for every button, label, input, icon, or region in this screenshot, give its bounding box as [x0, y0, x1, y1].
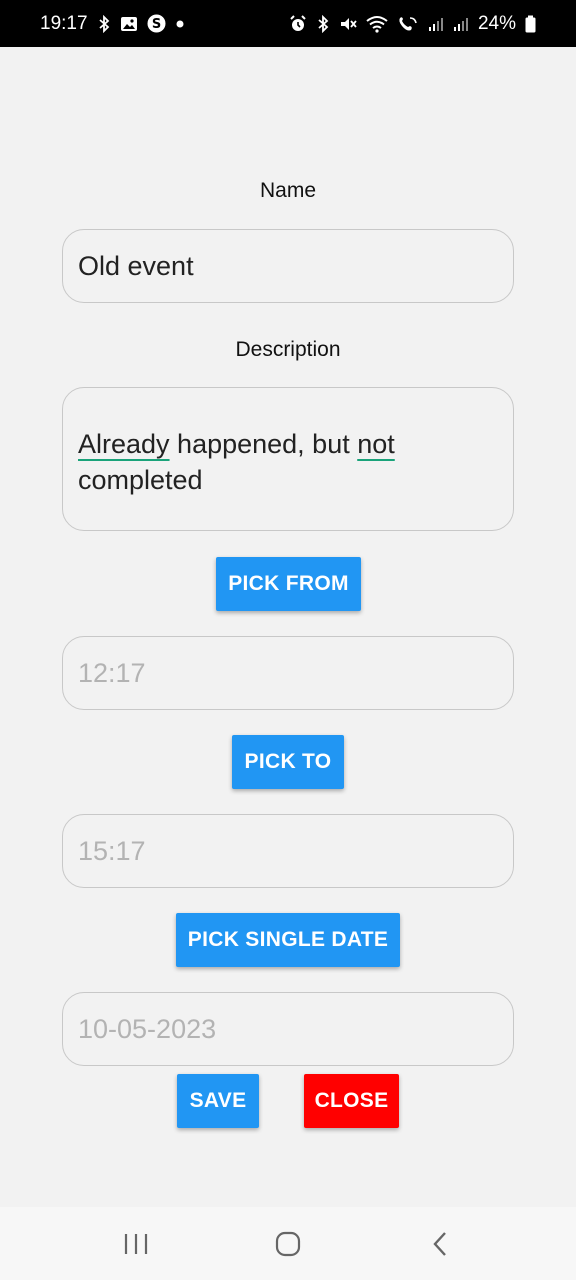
- wifi-icon: [366, 15, 388, 33]
- recent-apps-icon[interactable]: [106, 1214, 166, 1274]
- description-text: completed: [78, 465, 203, 495]
- battery-percent: 24%: [477, 12, 516, 34]
- status-time: 19:17: [40, 12, 88, 34]
- bluetooth-icon: [316, 14, 330, 33]
- mute-icon: [339, 15, 357, 33]
- bluetooth-icon: [97, 14, 111, 33]
- description-field[interactable]: Already happened, but not completed: [62, 387, 514, 531]
- description-label: Description: [235, 338, 341, 361]
- to-time-field[interactable]: 15:17: [62, 814, 514, 888]
- pick-from-button[interactable]: PICK FROM: [216, 557, 361, 611]
- description-text: happened, but: [169, 429, 358, 459]
- date-value: 10-05-2023: [78, 1013, 217, 1044]
- status-bar: 19:17 S 24%: [0, 0, 576, 47]
- description-value: Already happened, but not completed: [78, 426, 498, 498]
- close-button[interactable]: CLOSE: [304, 1074, 399, 1128]
- name-field[interactable]: Old event: [62, 229, 514, 303]
- event-form-screen: Name Old event Description Already happe…: [0, 47, 576, 1207]
- wifi-call-icon: [397, 15, 419, 33]
- home-icon[interactable]: [258, 1214, 318, 1274]
- from-time-value: 12:17: [78, 657, 146, 688]
- date-field[interactable]: 10-05-2023: [62, 992, 514, 1066]
- save-button[interactable]: SAVE: [177, 1074, 259, 1128]
- signal-icon: [453, 16, 469, 32]
- gallery-icon: [120, 16, 138, 32]
- spellcheck-word: Already: [78, 429, 170, 459]
- name-value: Old event: [78, 250, 194, 281]
- pick-to-button[interactable]: PICK TO: [232, 735, 344, 789]
- alarm-icon: [289, 14, 307, 33]
- status-left: 19:17 S: [40, 13, 185, 35]
- to-time-value: 15:17: [78, 835, 146, 866]
- navigation-bar: [0, 1207, 576, 1280]
- signal-icon: [428, 16, 444, 32]
- name-label: Name: [259, 179, 317, 202]
- s-app-icon: S: [147, 14, 166, 33]
- from-time-field[interactable]: 12:17: [62, 636, 514, 710]
- svg-text:S: S: [151, 17, 160, 32]
- pick-single-date-button[interactable]: PICK SINGLE DATE: [176, 913, 400, 967]
- back-icon[interactable]: [410, 1214, 470, 1274]
- battery-icon: [525, 15, 536, 33]
- dot-icon: [175, 19, 185, 29]
- status-right: 24%: [289, 13, 536, 35]
- spellcheck-word: not: [357, 429, 395, 459]
